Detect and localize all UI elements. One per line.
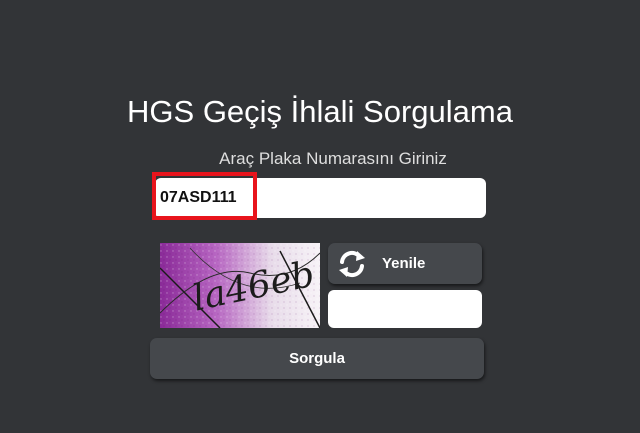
captcha-image: la46eb	[160, 243, 320, 328]
page-title: HGS Geçiş İhlali Sorgulama	[127, 94, 513, 129]
plate-label: Araç Plaka Numarasını Giriniz	[219, 149, 447, 168]
hgs-query-page: HGS Geçiş İhlali Sorgulama Araç Plaka Nu…	[0, 0, 640, 433]
query-button[interactable]: Sorgula	[150, 338, 484, 379]
refresh-label: Yenile	[382, 255, 426, 272]
captcha-input[interactable]	[328, 290, 482, 328]
plate-input[interactable]	[155, 178, 486, 218]
refresh-captcha-button[interactable]: Yenile	[328, 243, 482, 284]
refresh-icon	[336, 248, 368, 280]
plate-field-wrapper	[155, 178, 486, 218]
